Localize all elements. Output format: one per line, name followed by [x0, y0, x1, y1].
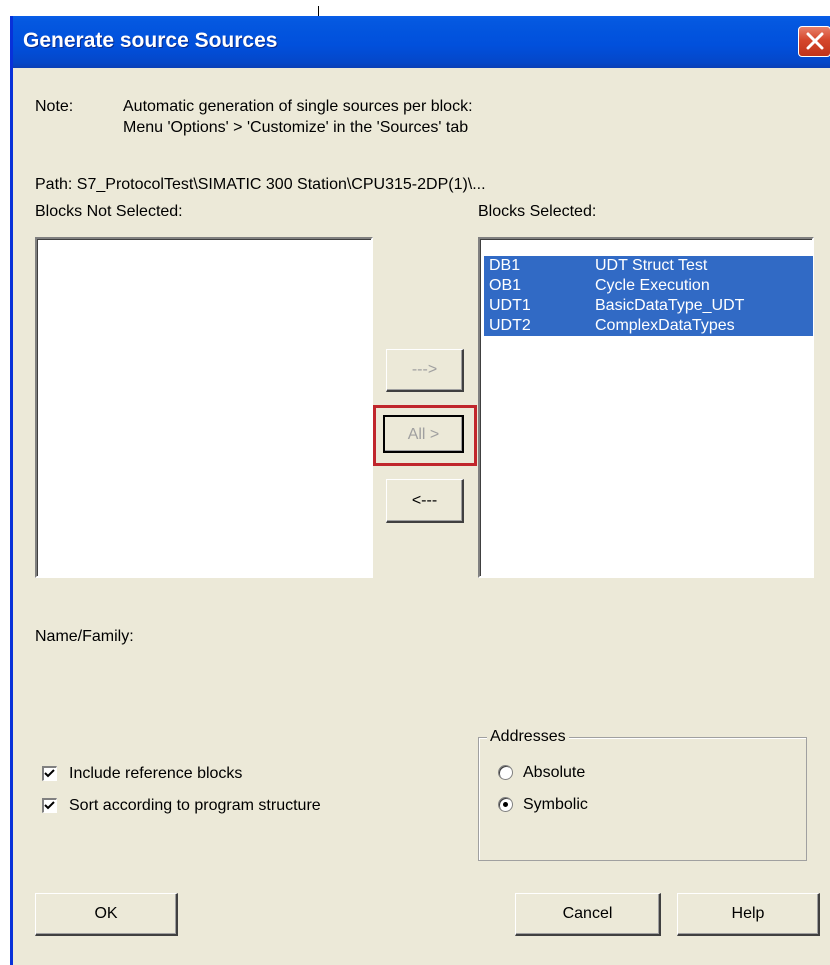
block-name: DB1 — [489, 257, 521, 274]
checkmark-icon — [44, 801, 55, 810]
absolute-label[interactable]: Absolute — [523, 764, 585, 782]
include-reference-checkbox[interactable] — [42, 766, 57, 781]
block-description: Cycle Execution — [595, 277, 710, 294]
blocks-selected-list[interactable]: DB1 UDT Struct Test OB1 Cycle Execution … — [478, 237, 814, 578]
sort-structure-label[interactable]: Sort according to program structure — [69, 797, 321, 815]
checkmark-icon — [44, 769, 55, 778]
add-button[interactable]: ---> — [386, 349, 464, 392]
blocks-selected-label: Blocks Selected: — [478, 203, 597, 220]
note-line-2: Menu 'Options' > 'Customize' in the 'Sou… — [123, 119, 469, 136]
note-line-1: Automatic generation of single sources p… — [123, 98, 473, 115]
absolute-radio[interactable] — [498, 765, 513, 780]
generate-source-dialog: Generate source Sources Note: Automatic … — [10, 16, 830, 965]
block-name: UDT2 — [489, 317, 531, 334]
block-description: ComplexDataTypes — [595, 317, 735, 334]
include-reference-label[interactable]: Include reference blocks — [69, 765, 242, 783]
blocks-not-selected-list[interactable] — [35, 237, 373, 578]
help-button[interactable]: Help — [677, 893, 820, 936]
ok-button[interactable]: OK — [35, 893, 178, 936]
path-text: Path: S7_ProtocolTest\SIMATIC 300 Statio… — [35, 176, 486, 193]
note-label: Note: — [35, 98, 74, 115]
list-item[interactable]: OB1 Cycle Execution — [484, 276, 813, 296]
title-bar[interactable]: Generate source Sources — [13, 16, 830, 68]
list-item[interactable]: DB1 UDT Struct Test — [484, 256, 813, 276]
cancel-button[interactable]: Cancel — [515, 893, 661, 936]
sort-structure-checkbox[interactable] — [42, 798, 57, 813]
block-name: OB1 — [489, 277, 522, 294]
radio-dot-icon — [503, 802, 508, 807]
symbolic-radio[interactable] — [498, 797, 513, 812]
name-family-label: Name/Family: — [35, 628, 134, 645]
remove-button[interactable]: <--- — [386, 479, 464, 523]
block-name: UDT1 — [489, 297, 531, 314]
block-description: UDT Struct Test — [595, 257, 708, 274]
list-item[interactable]: UDT1 BasicDataType_UDT — [484, 296, 813, 316]
blocks-not-selected-label: Blocks Not Selected: — [35, 203, 183, 220]
close-button[interactable] — [798, 26, 830, 57]
addresses-legend: Addresses — [487, 728, 569, 746]
list-item[interactable]: UDT2 ComplexDataTypes — [484, 316, 813, 336]
add-all-button[interactable]: All > — [383, 415, 464, 453]
background-artifact — [318, 6, 319, 16]
symbolic-label[interactable]: Symbolic — [523, 796, 588, 814]
close-icon — [806, 32, 824, 50]
block-description: BasicDataType_UDT — [595, 297, 745, 314]
dialog-title: Generate source Sources — [23, 29, 278, 52]
